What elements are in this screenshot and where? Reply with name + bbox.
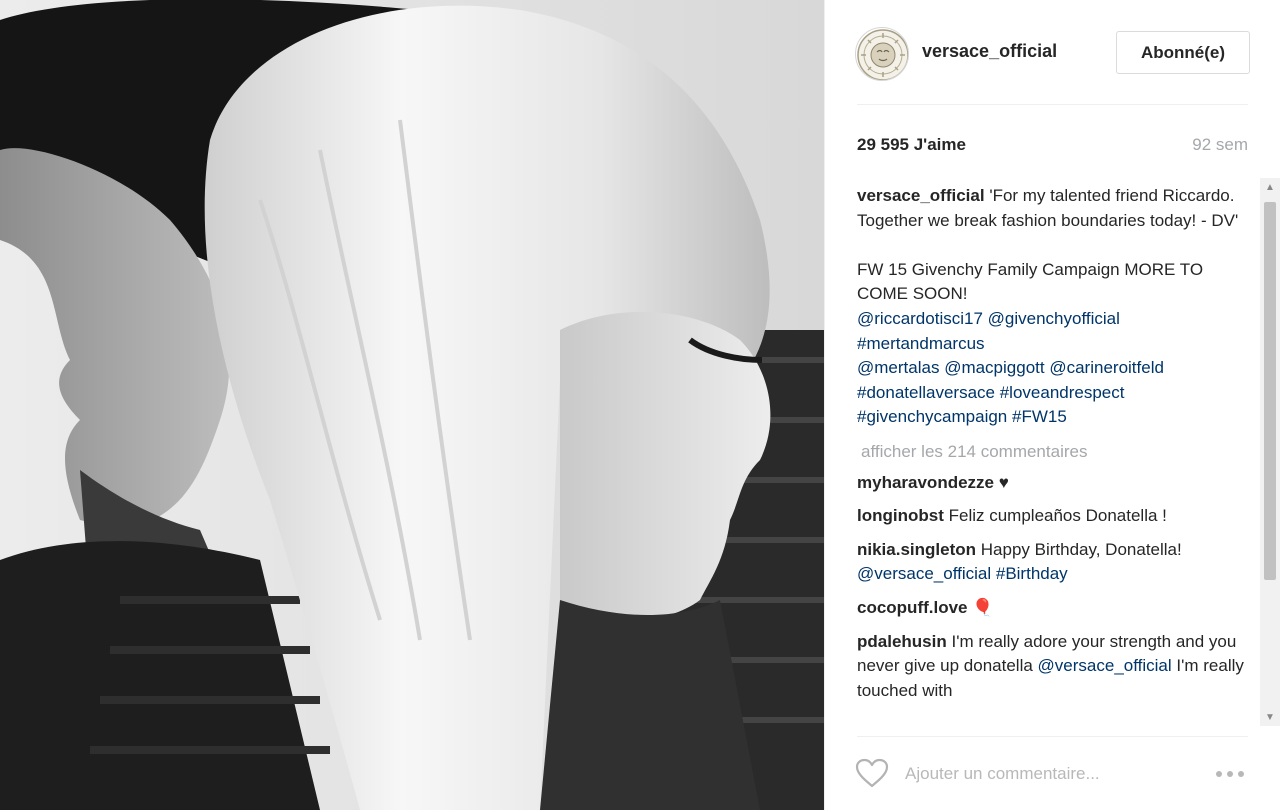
scrollbar-thumb[interactable] (1264, 202, 1276, 580)
post-photo-image (0, 0, 824, 810)
comment-text: Feliz cumpleaños Donatella ! (948, 506, 1167, 526)
post-time[interactable]: 92 sem (1192, 135, 1248, 155)
view-all-comments-link[interactable]: afficher les 214 commentaires (857, 440, 1247, 465)
post-photo[interactable] (0, 0, 824, 810)
comment-text: ♥ (998, 472, 1009, 492)
caption-tag[interactable]: #givenchycampaign (857, 407, 1007, 426)
caption-tag[interactable]: #loveandrespect (1000, 383, 1125, 402)
balloon-emoji: 🎈 (972, 597, 994, 617)
caption-tag[interactable]: #FW15 (1012, 407, 1067, 426)
likes-count[interactable]: 29 595 J'aime (857, 135, 966, 155)
caption-text-2: FW 15 Givenchy Family Campaign MORE TO C… (857, 259, 1204, 304)
comment-tag[interactable]: @versace_official (857, 564, 991, 583)
comment-item: pdalehusin I'm really adore your strengt… (857, 630, 1247, 704)
comment-username[interactable]: nikia.singleton (857, 540, 976, 559)
caption-tag[interactable]: @mertalas (857, 358, 939, 377)
comment-item: myharavondezze ♥ (857, 471, 1247, 496)
caption-tag[interactable]: #mertandmarcus (857, 334, 985, 353)
comment-item: nikia.singleton Happy Birthday, Donatell… (857, 538, 1247, 587)
caption-tag[interactable]: @riccardotisci17 (857, 309, 983, 328)
header-divider (857, 104, 1248, 105)
chevron-down-icon[interactable]: ▼ (1260, 708, 1280, 726)
post-caption: versace_official 'For my talented friend… (857, 184, 1247, 430)
post-author-username[interactable]: versace_official (922, 41, 1057, 62)
chevron-up-icon[interactable]: ▲ (1260, 178, 1280, 196)
caption-tag[interactable]: @carineroitfeld (1049, 358, 1164, 377)
add-comment-input[interactable] (905, 760, 1205, 788)
comments-list: versace_official 'For my talented friend… (857, 184, 1247, 724)
footer-divider (857, 736, 1248, 737)
comment-item: longinobst Feliz cumpleaños Donatella ! (857, 504, 1247, 529)
comment-item: cocopuff.love 🎈 (857, 596, 1247, 621)
heart-icon[interactable] (855, 758, 889, 788)
caption-tag[interactable]: @givenchyofficial (988, 309, 1120, 328)
caption-tag[interactable]: #donatellaversace (857, 383, 995, 402)
comment-username[interactable]: cocopuff.love (857, 598, 968, 617)
caption-tag[interactable]: @macpiggott (944, 358, 1044, 377)
comment-tag[interactable]: @versace_official (1038, 656, 1172, 675)
medusa-logo-icon (857, 29, 908, 80)
post-header: versace_official Abonné(e) (825, 0, 1280, 104)
post-sidebar: versace_official Abonné(e) 29 595 J'aime… (824, 0, 1280, 810)
comment-text: Happy Birthday, Donatella! (980, 539, 1182, 559)
more-options-icon[interactable] (1216, 770, 1250, 778)
comment-username[interactable]: longinobst (857, 506, 944, 525)
comment-username[interactable]: pdalehusin (857, 632, 947, 651)
avatar[interactable] (855, 27, 909, 81)
comment-username[interactable]: myharavondezze (857, 473, 994, 492)
caption-username[interactable]: versace_official (857, 186, 985, 205)
follow-button[interactable]: Abonné(e) (1116, 31, 1250, 74)
comment-tag[interactable]: #Birthday (996, 564, 1068, 583)
comments-scrollbar[interactable]: ▲ ▼ (1260, 178, 1280, 726)
